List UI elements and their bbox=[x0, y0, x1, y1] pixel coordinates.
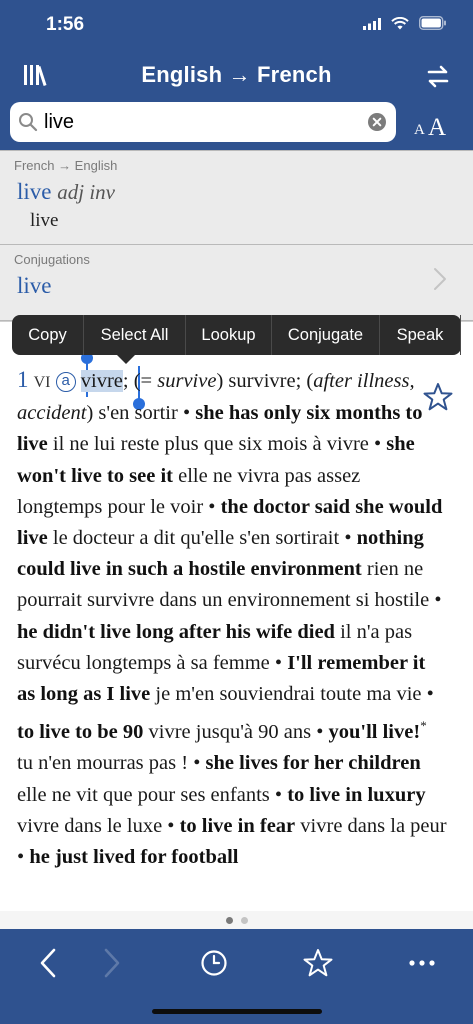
headword-text: live bbox=[17, 179, 52, 204]
example-translation: vivre dans le luxe • bbox=[17, 814, 175, 837]
entry-gloss: survive bbox=[157, 370, 217, 392]
home-indicator bbox=[152, 1009, 322, 1014]
menu-conjugate[interactable]: Conjugate bbox=[272, 315, 380, 355]
dictionary-entry: 1 VI a vivre; (= survive) survivre; (aft… bbox=[0, 321, 473, 911]
entry-fragment: ; (= bbox=[122, 370, 158, 392]
result-french-english[interactable]: French → English live adj inv live bbox=[0, 150, 473, 245]
result-headword: live adj inv bbox=[17, 179, 115, 205]
result-header: French → English bbox=[14, 158, 118, 173]
entry-text: 1 VI a vivre; (= survive) survivre; (aft… bbox=[17, 364, 447, 873]
result-header: Conjugations bbox=[14, 252, 90, 267]
status-icons bbox=[363, 15, 447, 35]
example-phrase: to live in luxury bbox=[287, 783, 426, 806]
menu-copy[interactable]: Copy bbox=[12, 315, 84, 355]
back-chevron-icon[interactable] bbox=[28, 943, 68, 983]
menu-lookup[interactable]: Lookup bbox=[186, 315, 272, 355]
entry-fragment: ) s'en sortir • bbox=[86, 402, 191, 425]
status-bar: 1:56 bbox=[0, 0, 473, 50]
grammar-label: VI bbox=[33, 374, 51, 391]
page-title: English → French bbox=[141, 62, 332, 87]
selected-word[interactable]: vivre bbox=[80, 370, 123, 392]
menu-speak[interactable]: Speak bbox=[380, 315, 461, 355]
font-size-button[interactable]: A A bbox=[412, 110, 458, 142]
signal-icon bbox=[363, 17, 381, 35]
menu-select-all[interactable]: Select All bbox=[84, 315, 186, 355]
example-phrase: you'll live! bbox=[328, 721, 421, 744]
sense-number: 1 bbox=[17, 367, 29, 392]
more-dots-icon[interactable] bbox=[402, 943, 442, 983]
page-dot bbox=[240, 916, 248, 924]
example-phrase: to live to be 90 bbox=[17, 721, 144, 744]
header: 1:56 English → French live A A bbox=[0, 0, 473, 150]
search-icon bbox=[18, 112, 38, 132]
star-outline-icon[interactable] bbox=[298, 943, 338, 983]
page-dot-active bbox=[225, 916, 233, 924]
search-bar bbox=[10, 102, 396, 142]
register-marker: * bbox=[420, 718, 427, 734]
font-size-big-label: A bbox=[428, 114, 447, 141]
context-menu: Copy Select All Lookup Conjugate Speak bbox=[12, 315, 461, 364]
nav-bar: English → French bbox=[0, 52, 473, 100]
battery-icon bbox=[418, 15, 447, 35]
chevron-right-icon bbox=[433, 267, 447, 291]
page-indicator[interactable] bbox=[0, 911, 473, 929]
status-time: 1:56 bbox=[46, 14, 85, 35]
font-size-small-label: A bbox=[414, 122, 425, 138]
result-headword: live bbox=[17, 273, 52, 298]
sense-circle-label: a bbox=[55, 372, 76, 392]
example-translation: vivre jusqu'à 90 ans • bbox=[143, 721, 324, 744]
swap-languages-icon[interactable] bbox=[425, 62, 451, 90]
clear-icon[interactable] bbox=[368, 113, 386, 131]
search-input[interactable] bbox=[44, 106, 364, 138]
results-list: French → English live adj inv live Conju… bbox=[0, 150, 473, 321]
example-translation: il ne lui reste plus que six mois à vivr… bbox=[47, 433, 382, 456]
result-translation: live bbox=[30, 210, 59, 231]
example-phrase: he just lived for football bbox=[29, 846, 239, 869]
example-translation: le docteur a dit qu'elle s'en sortirait … bbox=[47, 527, 352, 550]
wifi-icon bbox=[391, 16, 409, 35]
example-phrase: she lives for her children bbox=[205, 752, 421, 775]
menu-pointer bbox=[116, 354, 136, 364]
forward-chevron-icon[interactable] bbox=[92, 943, 132, 983]
clock-icon[interactable] bbox=[194, 943, 234, 983]
example-translation: tu n'en mourras pas ! • bbox=[17, 752, 201, 775]
entry-fragment: ) survivre; ( bbox=[216, 370, 314, 392]
result-conjugations[interactable]: Conjugations live bbox=[0, 245, 473, 321]
part-of-speech: adj inv bbox=[57, 180, 115, 204]
example-phrase: to live in fear bbox=[179, 814, 296, 837]
example-translation: elle ne vit que pour ses enfants • bbox=[17, 783, 283, 806]
example-phrase: he didn't live long after his wife died bbox=[17, 620, 335, 643]
example-translation: je m'en souviendrai toute ma vie • bbox=[150, 683, 434, 706]
